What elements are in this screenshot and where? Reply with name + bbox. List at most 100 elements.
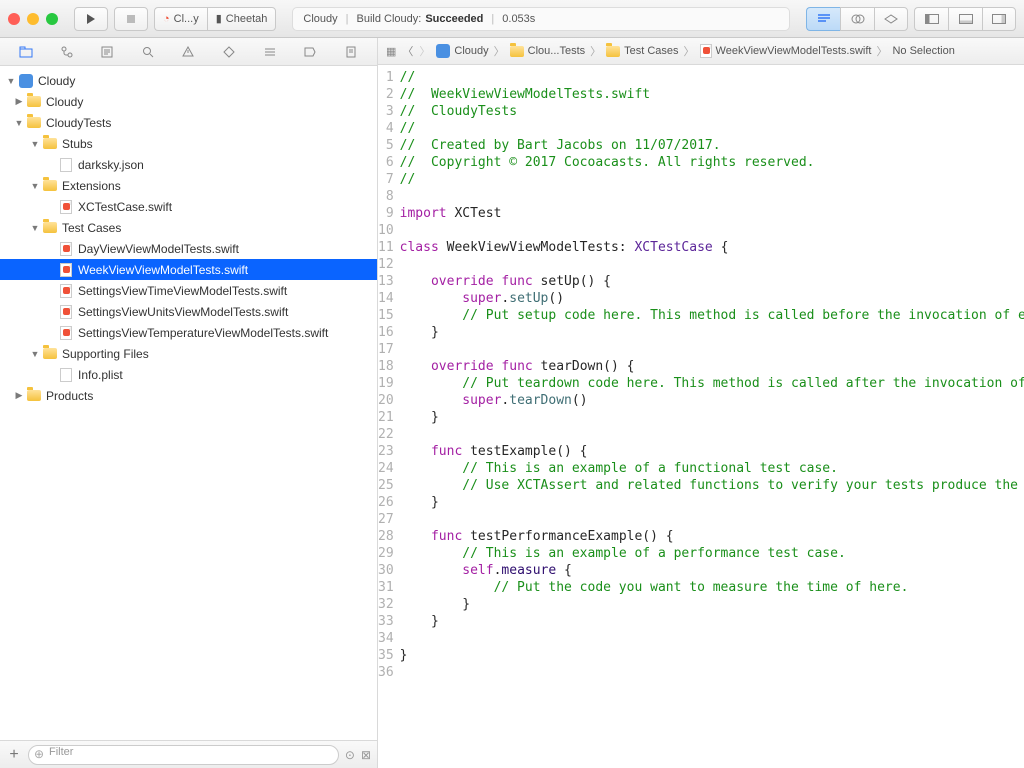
code-line[interactable] <box>400 664 1024 681</box>
line-number[interactable]: 32 <box>378 596 394 613</box>
code-line[interactable]: // <box>400 120 1024 137</box>
line-number[interactable]: 35 <box>378 647 394 664</box>
code-line[interactable]: } <box>400 647 1024 664</box>
disclosure-triangle-icon[interactable]: ▼ <box>30 223 40 233</box>
line-number[interactable]: 28 <box>378 528 394 545</box>
code-content[interactable]: //// WeekViewViewModelTests.swift// Clou… <box>400 65 1024 768</box>
tree-row[interactable]: SettingsViewTimeViewModelTests.swift <box>0 280 377 301</box>
line-number[interactable]: 29 <box>378 545 394 562</box>
line-number[interactable]: 20 <box>378 392 394 409</box>
line-number[interactable]: 25 <box>378 477 394 494</box>
code-line[interactable]: func testExample() { <box>400 443 1024 460</box>
toggle-bottom-panel-button[interactable] <box>948 7 982 31</box>
code-line[interactable] <box>400 630 1024 647</box>
tree-row[interactable]: ▼Cloudy <box>0 70 377 91</box>
breakpoint-navigator-tab[interactable] <box>302 44 318 60</box>
disclosure-triangle-icon[interactable]: ▶ <box>14 390 24 401</box>
scheme-button[interactable]: ◔ Cl...y <box>154 7 207 31</box>
project-tree[interactable]: ▼Cloudy▶Cloudy▼CloudyTests▼Stubsdarksky.… <box>0 66 377 740</box>
tree-row[interactable]: ▼Extensions <box>0 175 377 196</box>
line-number[interactable]: 19 <box>378 375 394 392</box>
breadcrumb-item[interactable]: Cloudy <box>436 44 488 58</box>
disclosure-triangle-icon[interactable]: ▼ <box>6 76 16 86</box>
line-number[interactable]: 5 <box>378 137 394 154</box>
code-line[interactable]: // This is an example of a performance t… <box>400 545 1024 562</box>
code-line[interactable]: // Put the code you want to measure the … <box>400 579 1024 596</box>
code-line[interactable]: // Created by Bart Jacobs on 11/07/2017. <box>400 137 1024 154</box>
toggle-right-panel-button[interactable] <box>982 7 1016 31</box>
add-button[interactable]: + <box>6 746 22 764</box>
line-number[interactable]: 22 <box>378 426 394 443</box>
line-number[interactable]: 9 <box>378 205 394 222</box>
code-line[interactable] <box>400 511 1024 528</box>
line-number[interactable]: 30 <box>378 562 394 579</box>
code-line[interactable] <box>400 426 1024 443</box>
line-number[interactable]: 17 <box>378 341 394 358</box>
breadcrumb-item[interactable]: Clou...Tests <box>510 45 585 57</box>
code-line[interactable]: } <box>400 409 1024 426</box>
line-number[interactable]: 34 <box>378 630 394 647</box>
issue-navigator-tab[interactable] <box>180 44 196 60</box>
code-line[interactable]: self.measure { <box>400 562 1024 579</box>
tree-row[interactable]: SettingsViewTemperatureViewModelTests.sw… <box>0 322 377 343</box>
scheme-selector[interactable]: ◔ Cl...y ▮ Cheetah <box>154 7 276 31</box>
code-line[interactable]: } <box>400 324 1024 341</box>
tree-row[interactable]: ▼Test Cases <box>0 217 377 238</box>
tree-row[interactable]: XCTestCase.swift <box>0 196 377 217</box>
line-number[interactable]: 7 <box>378 171 394 188</box>
line-number[interactable]: 13 <box>378 273 394 290</box>
line-number[interactable]: 18 <box>378 358 394 375</box>
code-line[interactable]: // <box>400 171 1024 188</box>
close-window-button[interactable] <box>8 13 20 25</box>
tree-row[interactable]: Info.plist <box>0 364 377 385</box>
tree-row[interactable]: ▶Products <box>0 385 377 406</box>
code-line[interactable]: // Put teardown code here. This method i… <box>400 375 1024 392</box>
code-line[interactable]: // CloudyTests <box>400 103 1024 120</box>
test-navigator-tab[interactable] <box>221 44 237 60</box>
code-line[interactable]: override func tearDown() { <box>400 358 1024 375</box>
line-number[interactable]: 8 <box>378 188 394 205</box>
line-number[interactable]: 15 <box>378 307 394 324</box>
disclosure-triangle-icon[interactable]: ▼ <box>30 139 40 149</box>
breadcrumb-item[interactable]: WeekViewViewModelTests.swift <box>700 44 872 58</box>
zoom-window-button[interactable] <box>46 13 58 25</box>
code-line[interactable] <box>400 341 1024 358</box>
tree-row[interactable]: WeekViewViewModelTests.swift <box>0 259 377 280</box>
filter-input[interactable]: Filter <box>28 745 339 765</box>
code-line[interactable]: class WeekViewViewModelTests: XCTestCase… <box>400 239 1024 256</box>
tree-row[interactable]: ▼Supporting Files <box>0 343 377 364</box>
line-number[interactable]: 2 <box>378 86 394 103</box>
symbol-navigator-tab[interactable] <box>99 44 115 60</box>
disclosure-triangle-icon[interactable]: ▶ <box>14 96 24 107</box>
line-number[interactable]: 31 <box>378 579 394 596</box>
line-number[interactable]: 10 <box>378 222 394 239</box>
line-number[interactable]: 16 <box>378 324 394 341</box>
code-line[interactable]: import XCTest <box>400 205 1024 222</box>
line-number[interactable]: 33 <box>378 613 394 630</box>
debug-navigator-tab[interactable] <box>262 44 278 60</box>
stop-button[interactable] <box>114 7 148 31</box>
assistant-editor-button[interactable] <box>840 7 874 31</box>
code-line[interactable]: // <box>400 69 1024 86</box>
line-number[interactable]: 23 <box>378 443 394 460</box>
line-number[interactable]: 4 <box>378 120 394 137</box>
code-line[interactable]: // WeekViewViewModelTests.swift <box>400 86 1024 103</box>
code-line[interactable]: // Put setup code here. This method is c… <box>400 307 1024 324</box>
tree-row[interactable]: ▶Cloudy <box>0 91 377 112</box>
minimize-window-button[interactable] <box>27 13 39 25</box>
standard-editor-button[interactable] <box>806 7 840 31</box>
disclosure-triangle-icon[interactable]: ▼ <box>30 349 40 359</box>
code-line[interactable] <box>400 256 1024 273</box>
run-button[interactable] <box>74 7 108 31</box>
line-number[interactable]: 26 <box>378 494 394 511</box>
destination-button[interactable]: ▮ Cheetah <box>207 7 277 31</box>
code-line[interactable]: // This is an example of a functional te… <box>400 460 1024 477</box>
breadcrumb-item[interactable]: No Selection <box>892 45 954 57</box>
code-line[interactable]: override func setUp() { <box>400 273 1024 290</box>
code-line[interactable] <box>400 222 1024 239</box>
disclosure-triangle-icon[interactable]: ▼ <box>30 181 40 191</box>
code-line[interactable]: } <box>400 613 1024 630</box>
source-control-navigator-tab[interactable] <box>59 44 75 60</box>
line-number[interactable]: 11 <box>378 239 394 256</box>
tree-row[interactable]: darksky.json <box>0 154 377 175</box>
